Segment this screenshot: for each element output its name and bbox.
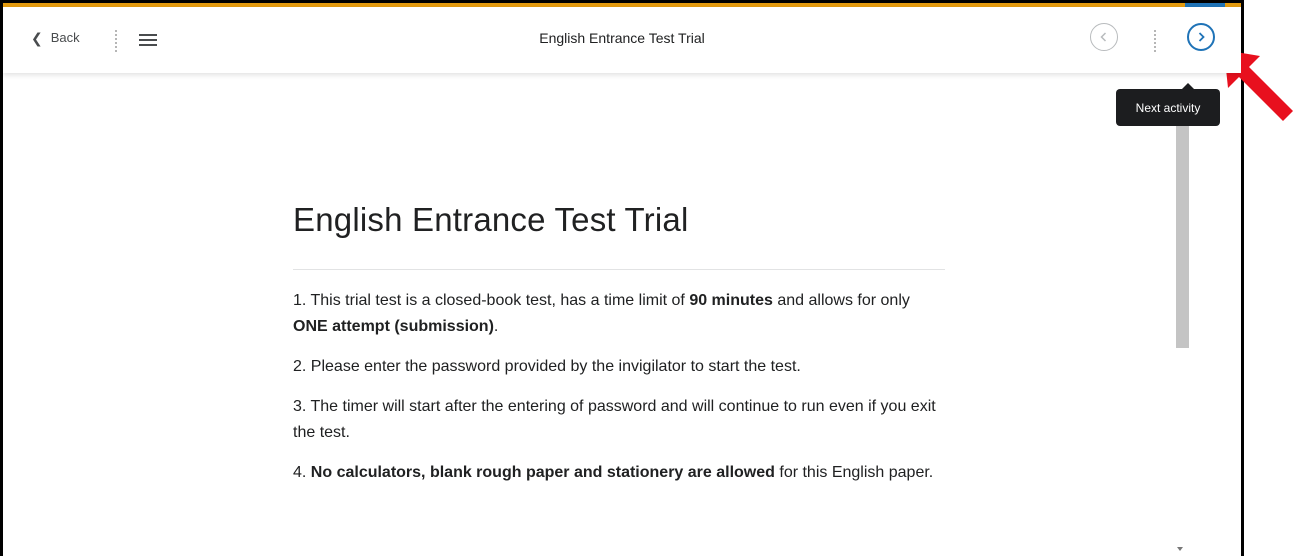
instruction-1: 1. This trial test is a closed-book test… <box>293 291 910 335</box>
main-content: English Entrance Test Trial 1. This tria… <box>293 200 945 486</box>
instruction-4: 4. No calculators, blank rough paper and… <box>293 463 934 481</box>
chevron-right-icon <box>1198 32 1205 42</box>
scrollbar-thumb[interactable] <box>1176 123 1189 348</box>
scrollbar[interactable] <box>1173 73 1189 556</box>
top-navigation-bar: ❮ Back English Entrance Test Trial <box>3 7 1241 73</box>
next-activity-tooltip: Next activity <box>1116 83 1220 126</box>
chevron-left-icon <box>1100 32 1107 42</box>
next-activity-button[interactable] <box>1187 23 1215 51</box>
previous-activity-button[interactable] <box>1090 23 1118 51</box>
separator-dots <box>1154 29 1156 53</box>
instruction-2: 2. Please enter the password provided by… <box>293 357 801 375</box>
content-heading: English Entrance Test Trial <box>293 201 689 238</box>
browser-frame: ❮ Back English Entrance Test Trial Next … <box>0 0 1244 556</box>
instruction-3: 3. The timer will start after the enteri… <box>293 397 936 441</box>
heading-divider <box>293 268 945 270</box>
page-title: English Entrance Test Trial <box>539 30 705 46</box>
scroll-down-arrow-icon[interactable] <box>1177 547 1183 551</box>
